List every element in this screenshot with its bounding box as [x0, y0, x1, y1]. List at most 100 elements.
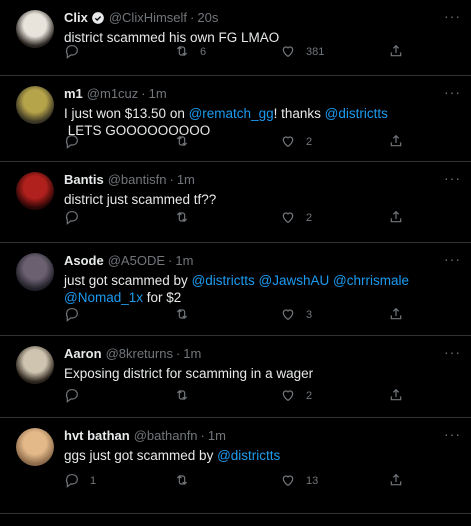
reply-button[interactable]: [64, 209, 90, 228]
reply-button[interactable]: [64, 133, 90, 152]
display-name[interactable]: hvt bathan: [64, 428, 130, 444]
tweet-header: hvt bathan @bathanfn · 1m: [64, 428, 459, 444]
more-options-icon[interactable]: ···: [444, 426, 461, 442]
tweet-content: hvt bathan @bathanfn · 1m ggs just got scamm…: [64, 428, 459, 488]
mention-link[interactable]: @districtts: [192, 273, 255, 288]
tweet-text: just got scammed by @districtts @JawshAU…: [64, 272, 459, 306]
more-options-icon[interactable]: ···: [444, 170, 461, 186]
separator-dot: ·: [169, 172, 174, 187]
display-name[interactable]: m1: [64, 86, 83, 102]
user-handle[interactable]: @A5ODE: [108, 253, 165, 269]
display-name[interactable]: Clix: [64, 10, 88, 26]
like-button[interactable]: 13: [280, 472, 318, 491]
display-name[interactable]: Bantis: [64, 172, 104, 188]
mention-link[interactable]: @rematch_gg: [189, 106, 274, 121]
reply-icon: [64, 43, 80, 62]
mention-link[interactable]: @districtts: [217, 448, 280, 463]
reply-button[interactable]: [64, 387, 90, 406]
mention-link[interactable]: @JawshAU: [259, 273, 330, 288]
like-icon: [280, 306, 296, 325]
share-button[interactable]: [388, 43, 404, 62]
tweet[interactable]: hvt bathan @bathanfn · 1m ggs just got scamm…: [0, 418, 471, 514]
like-icon: [280, 209, 296, 228]
tweet-content: Asode @A5ODE · 1m just got scammed by @distr…: [64, 253, 459, 322]
tweet-header: Aaron @8kreturns · 1m: [64, 346, 459, 362]
avatar[interactable]: [16, 346, 54, 384]
like-count: 13: [306, 475, 319, 487]
user-handle[interactable]: @8kreturns: [106, 346, 173, 362]
reply-button[interactable]: 1: [64, 472, 96, 491]
avatar[interactable]: [16, 86, 54, 124]
share-button[interactable]: [388, 472, 404, 491]
tweet[interactable]: Clix @ClixHimself · 20s district scammed his…: [0, 0, 471, 76]
tweet-text: ggs just got scammed by @districtts: [64, 447, 459, 464]
timestamp[interactable]: 1m: [208, 428, 226, 444]
share-button[interactable]: [388, 133, 404, 152]
timestamp[interactable]: 1m: [149, 86, 167, 102]
tweet[interactable]: Bantis @bantisfn · 1m district just scammed …: [0, 162, 471, 243]
timestamp[interactable]: 20s: [197, 10, 218, 26]
retweet-button[interactable]: [174, 209, 200, 228]
reply-button[interactable]: [64, 43, 90, 62]
user-handle[interactable]: @ClixHimself: [109, 10, 187, 26]
retweet-button[interactable]: [174, 387, 200, 406]
user-handle[interactable]: @bathanfn: [134, 428, 198, 444]
like-button[interactable]: 2: [280, 387, 312, 406]
avatar[interactable]: [16, 428, 54, 466]
like-count: 3: [306, 309, 313, 321]
tweet[interactable]: Aaron @8kreturns · 1m Exposing district for …: [0, 336, 471, 418]
separator-dot: ·: [200, 428, 205, 443]
display-name[interactable]: Aaron: [64, 346, 102, 362]
share-icon: [388, 43, 404, 62]
avatar[interactable]: [16, 253, 54, 291]
separator-dot: ·: [141, 86, 146, 101]
more-options-icon[interactable]: ···: [444, 8, 461, 24]
retweet-icon: [174, 43, 190, 62]
timestamp[interactable]: 1m: [183, 346, 201, 362]
user-handle[interactable]: @m1cuz: [87, 86, 139, 102]
separator-dot: ·: [190, 10, 195, 25]
retweet-button[interactable]: [174, 306, 200, 325]
like-button[interactable]: 2: [280, 133, 312, 152]
text-segment: [409, 273, 413, 288]
like-button[interactable]: 3: [280, 306, 312, 325]
tweet-header: Asode @A5ODE · 1m: [64, 253, 459, 269]
like-button[interactable]: 381: [280, 43, 324, 62]
share-icon: [388, 387, 404, 406]
mention-link[interactable]: @chrrismale: [333, 273, 409, 288]
avatar[interactable]: [16, 10, 54, 48]
mention-link[interactable]: @Nomad_1x: [64, 290, 143, 305]
tweet-content: m1 @m1cuz · 1m I just won $13.50 on @rematch…: [64, 86, 459, 149]
mention-link[interactable]: @districtts: [325, 106, 388, 121]
tweet-text: district just scammed tf??: [64, 191, 459, 208]
more-options-icon[interactable]: ···: [444, 84, 461, 100]
retweet-button[interactable]: [174, 133, 200, 152]
like-icon: [280, 133, 296, 152]
retweet-button[interactable]: [174, 472, 200, 491]
share-button[interactable]: [388, 387, 404, 406]
tweet-header: Bantis @bantisfn · 1m: [64, 172, 459, 188]
share-button[interactable]: [388, 209, 404, 228]
retweet-icon: [174, 387, 190, 406]
tweet-content: Bantis @bantisfn · 1m district just scammed …: [64, 172, 459, 225]
text-segment: district scammed his own FG LMAO: [64, 30, 280, 45]
like-button[interactable]: 2: [280, 209, 312, 228]
like-icon: [280, 387, 296, 406]
like-count: 2: [306, 390, 313, 402]
verified-badge-icon: [91, 11, 105, 25]
text-segment: ggs just got scammed by: [64, 448, 218, 463]
avatar[interactable]: [16, 172, 54, 210]
timestamp[interactable]: 1m: [175, 253, 193, 269]
tweet[interactable]: Asode @A5ODE · 1m just got scammed by @distr…: [0, 243, 471, 336]
retweet-button[interactable]: 6: [174, 43, 206, 62]
reply-button[interactable]: [64, 306, 90, 325]
display-name[interactable]: Asode: [64, 253, 104, 269]
reply-count: 1: [90, 475, 97, 487]
timestamp[interactable]: 1m: [177, 172, 195, 188]
more-options-icon[interactable]: ···: [444, 251, 461, 267]
text-segment: for $2: [143, 290, 182, 305]
more-options-icon[interactable]: ···: [444, 344, 461, 360]
tweet[interactable]: m1 @m1cuz · 1m I just won $13.50 on @rematch…: [0, 76, 471, 162]
share-button[interactable]: [388, 306, 404, 325]
user-handle[interactable]: @bantisfn: [108, 172, 167, 188]
